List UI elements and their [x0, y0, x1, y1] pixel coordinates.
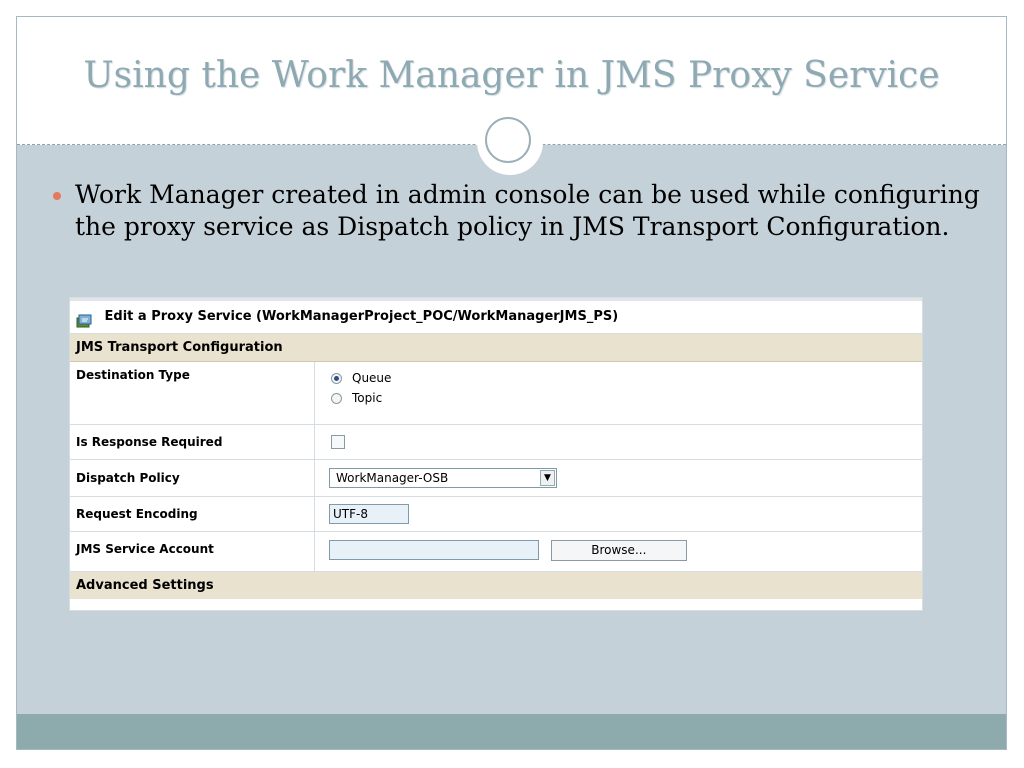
panel-header: Edit a Proxy Service (WorkManagerProject…	[70, 298, 922, 334]
proxy-service-panel: Edit a Proxy Service (WorkManagerProject…	[69, 297, 923, 611]
radio-queue[interactable]: Queue	[331, 368, 916, 388]
slide-title: Using the Work Manager in JMS Proxy Serv…	[83, 55, 940, 96]
jms-service-account-cell: Browse...	[314, 531, 922, 572]
label-dispatch-policy: Dispatch Policy	[70, 459, 315, 497]
is-response-required-cell	[314, 424, 922, 460]
request-encoding-cell: UTF-8	[314, 496, 922, 532]
proxy-service-icon	[76, 309, 92, 327]
decorative-ring-icon	[485, 117, 531, 163]
row-destination-type: Destination Type Queue Topic	[70, 362, 922, 425]
label-jms-service-account: JMS Service Account	[70, 531, 315, 572]
panel-header-text: Edit a Proxy Service (WorkManagerProject…	[104, 309, 619, 324]
radio-topic[interactable]: Topic	[331, 388, 916, 408]
bullet-item: Work Manager created in admin console ca…	[53, 179, 983, 243]
chevron-down-icon[interactable]: ▼	[540, 469, 555, 486]
section-jms-transport: JMS Transport Configuration	[70, 334, 922, 362]
dispatch-policy-select[interactable]: WorkManager-OSB ▼	[329, 467, 557, 488]
row-dispatch-policy: Dispatch Policy WorkManager-OSB ▼	[70, 459, 922, 497]
footer-band	[17, 714, 1006, 749]
row-jms-service-account: JMS Service Account Browse...	[70, 531, 922, 572]
label-destination-type: Destination Type	[70, 362, 315, 425]
dispatch-policy-cell: WorkManager-OSB ▼	[314, 459, 922, 497]
row-is-response-required: Is Response Required	[70, 424, 922, 460]
bullet-text: Work Manager created in admin console ca…	[75, 180, 980, 241]
radio-topic-button[interactable]	[331, 392, 342, 404]
bullet-dot-icon	[53, 192, 61, 200]
radio-topic-label: Topic	[352, 391, 383, 405]
section-advanced-settings[interactable]: Advanced Settings	[70, 571, 922, 599]
radio-queue-label: Queue	[352, 371, 392, 385]
destination-type-options: Queue Topic	[314, 362, 922, 425]
slide: Using the Work Manager in JMS Proxy Serv…	[16, 16, 1007, 750]
label-request-encoding: Request Encoding	[70, 496, 315, 532]
is-response-required-checkbox[interactable]	[331, 434, 345, 449]
label-is-response-required: Is Response Required	[70, 424, 315, 460]
config-table: Destination Type Queue Topic Is Response…	[70, 362, 922, 572]
dispatch-policy-value: WorkManager-OSB	[336, 470, 449, 485]
radio-queue-button[interactable]	[331, 372, 342, 384]
jms-service-account-input[interactable]	[329, 539, 539, 560]
request-encoding-input[interactable]: UTF-8	[329, 503, 409, 524]
row-request-encoding: Request Encoding UTF-8	[70, 496, 922, 532]
browse-button[interactable]: Browse...	[550, 539, 687, 561]
